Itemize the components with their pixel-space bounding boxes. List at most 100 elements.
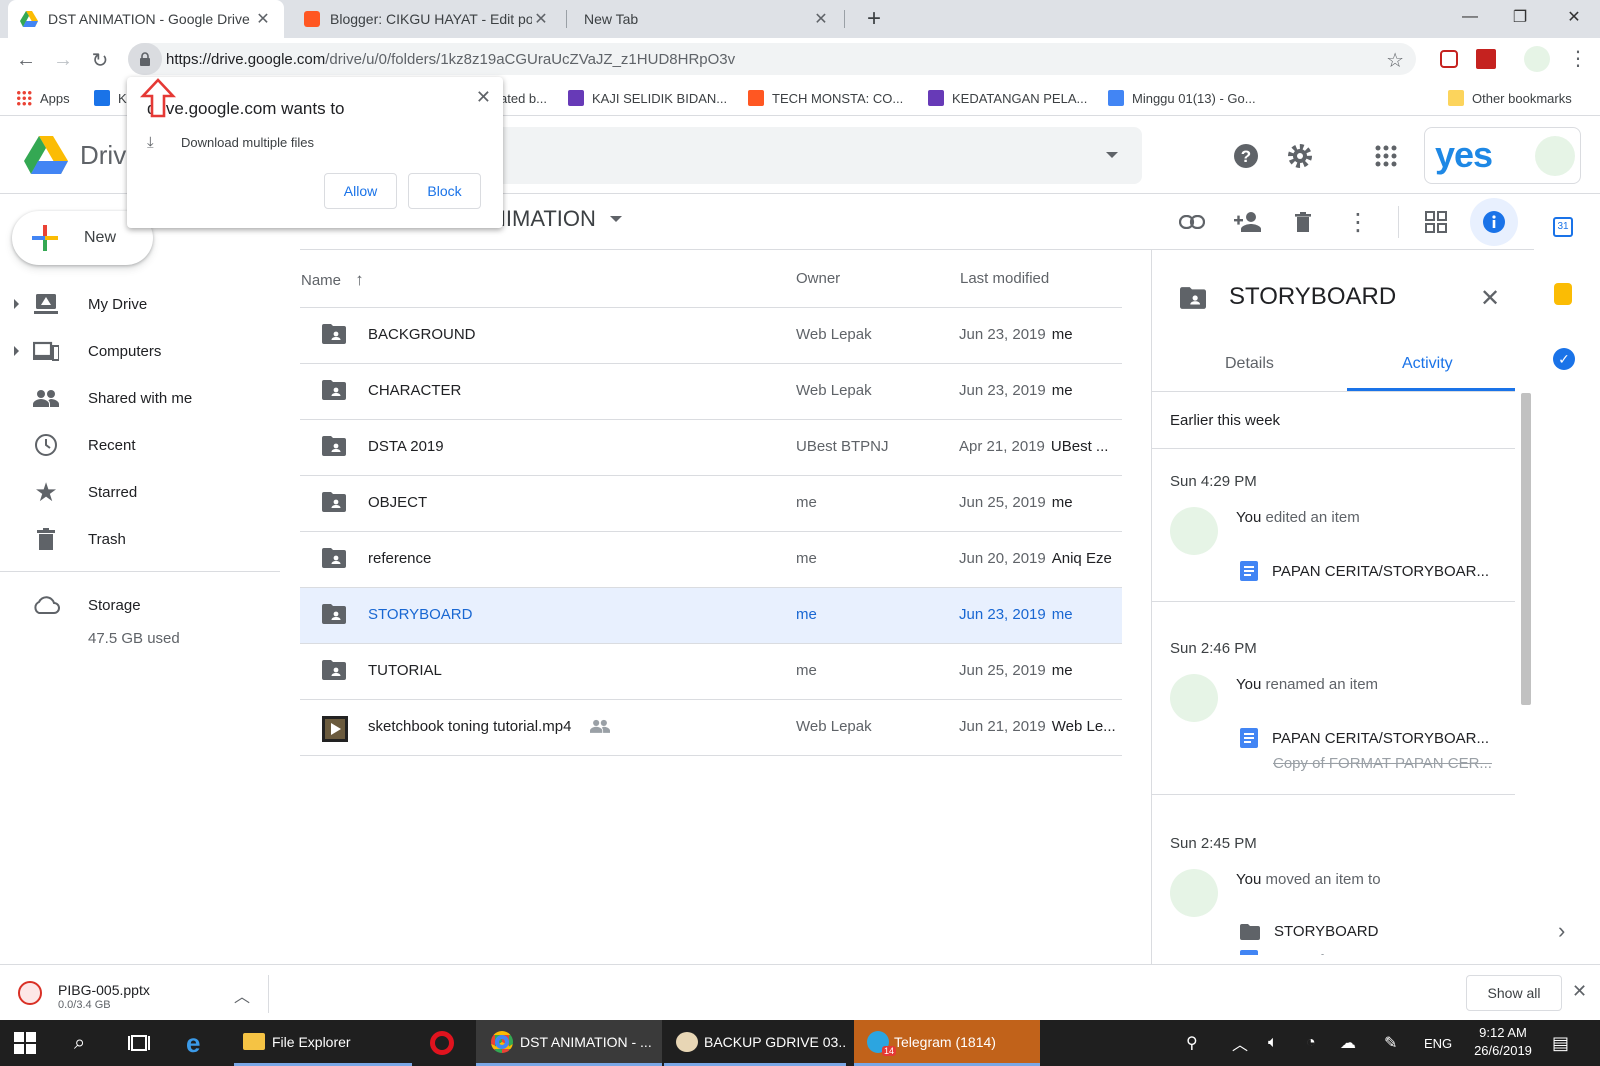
file-row[interactable]: STORYBOARD me Jun 23, 2019 me (300, 588, 1122, 644)
activity-secondary-file[interactable]: Copy of FORMAT PAPAN CER... (1273, 755, 1492, 772)
nav-my-drive[interactable]: My Drive (0, 284, 280, 324)
back-icon[interactable]: ← (12, 46, 40, 74)
bookmark-tech-monsta[interactable]: TECH MONSTA: CO... (748, 86, 903, 110)
drive-logo-icon[interactable] (24, 136, 68, 174)
close-tab-icon[interactable]: ✕ (254, 9, 272, 29)
tasks-icon[interactable]: ✓ (1553, 348, 1575, 370)
bookmark-star-icon[interactable]: ☆ (1386, 48, 1404, 73)
wifi-icon[interactable]: ◔ (1306, 1020, 1316, 1066)
bookmark-3[interactable]: ated b... (500, 86, 547, 110)
reload-icon[interactable]: ↻ (86, 46, 114, 74)
bookmark-apps[interactable]: Apps (16, 86, 70, 110)
lock-icon[interactable] (128, 43, 162, 75)
share-person-add-icon[interactable] (1228, 202, 1268, 242)
column-header-last-modified[interactable]: Last modified (960, 270, 1049, 287)
tab-activity[interactable]: Activity (1402, 355, 1453, 373)
account-switcher[interactable]: yes (1424, 127, 1581, 184)
nav-shared-with-me[interactable]: Shared with me (0, 378, 280, 418)
details-scrollbar[interactable] (1521, 393, 1531, 705)
close-tab-icon[interactable]: ✕ (532, 9, 550, 29)
cloud-upload-icon[interactable]: ☁ (1340, 1020, 1356, 1066)
column-header-owner[interactable]: Owner (796, 270, 840, 287)
volume-icon[interactable]: 🔈︎ (1268, 1020, 1278, 1066)
file-row[interactable]: CHARACTER Web Lepak Jun 23, 2019 me (300, 364, 1122, 420)
pen-icon[interactable]: ✎ (1384, 1020, 1397, 1066)
tab-blogger[interactable]: Blogger: CIKGU HAYAT - Edit post ✕ (292, 0, 562, 38)
show-all-button[interactable]: Show all (1466, 975, 1562, 1011)
help-icon[interactable]: ? (1226, 136, 1266, 176)
bookmark-kaji-selidik[interactable]: KAJI SELIDIK BIDAN... (568, 86, 727, 110)
language-indicator[interactable]: ENG (1424, 1020, 1452, 1066)
nav-computers[interactable]: Computers (0, 331, 280, 371)
close-tab-icon[interactable]: ✕ (812, 9, 830, 29)
file-row[interactable]: OBJECT me Jun 25, 2019 me (300, 476, 1122, 532)
close-window-icon[interactable]: ✕ (1548, 0, 1600, 34)
file-row[interactable]: reference me Jun 20, 2019 Aniq Eze (300, 532, 1122, 588)
taskbar-telegram[interactable]: 14 Telegram (1814) (854, 1020, 1040, 1066)
more-actions-icon[interactable]: ⋮ (1338, 202, 1378, 242)
grid-view-icon[interactable] (1416, 202, 1456, 242)
remove-trash-icon[interactable] (1283, 202, 1323, 242)
clock[interactable]: 9:12 AM 26/6/2019 (1472, 1025, 1534, 1058)
restore-icon[interactable]: ❐ (1494, 0, 1546, 34)
notifications-icon[interactable]: ▤ (1552, 1020, 1569, 1066)
settings-gear-icon[interactable] (1280, 136, 1320, 176)
bookmark-other[interactable]: Other bookmarks (1448, 86, 1572, 110)
tab-details[interactable]: Details (1225, 355, 1274, 373)
search-options-icon[interactable] (1106, 152, 1118, 158)
sort-arrow-up-icon[interactable]: ↑ (355, 270, 364, 289)
block-button[interactable]: Block (408, 173, 481, 209)
bookmark-k[interactable]: K (94, 86, 127, 110)
file-row[interactable]: TUTORIAL me Jun 25, 2019 me (300, 644, 1122, 700)
file-row[interactable]: DSTA 2019 UBest BTPNJ Apr 21, 2019 UBest ..… (300, 420, 1122, 476)
bookmark-minggu[interactable]: Minggu 01(13) - Go... (1108, 86, 1256, 110)
calendar-icon[interactable]: 31 (1553, 217, 1573, 237)
new-tab-button[interactable]: + (860, 6, 888, 32)
nav-recent[interactable]: Recent (0, 425, 280, 465)
activity-target-file[interactable]: PAPAN CERITA/STORYBOAR... (1240, 728, 1489, 748)
activity-target-file[interactable]: PAPAN CERITA/STORYBOAR... (1240, 561, 1489, 581)
expand-caret-icon[interactable] (14, 299, 19, 309)
view-details-button[interactable] (1470, 198, 1518, 246)
nav-starred[interactable]: ★ Starred (0, 472, 280, 512)
expand-side-panel-icon[interactable]: › (1558, 918, 1565, 944)
folder-breadcrumb[interactable]: NIMATION (490, 206, 622, 232)
tab-new-tab[interactable]: New Tab ✕ (570, 0, 842, 38)
close-download-shelf-icon[interactable]: ✕ (1572, 981, 1587, 1002)
forward-icon[interactable]: → (49, 46, 77, 74)
download-options-chevron-icon[interactable]: ︿ (234, 983, 250, 1007)
people-icon[interactable]: ⚲ (1186, 1020, 1198, 1066)
expand-caret-icon[interactable] (14, 346, 19, 356)
extension-acrobat-icon[interactable] (1476, 49, 1496, 69)
taskbar-paint[interactable]: BACKUP GDRIVE 03... (664, 1020, 846, 1066)
bookmark-kedatangan[interactable]: KEDATANGAN PELA... (928, 86, 1087, 110)
edge-browser-icon[interactable]: e (186, 1020, 200, 1066)
nav-storage[interactable]: Storage (0, 585, 280, 625)
chrome-menu-icon[interactable]: ⋮ (1568, 46, 1588, 71)
close-popup-icon[interactable]: ✕ (476, 87, 491, 108)
account-avatar[interactable] (1535, 136, 1575, 176)
activity-target-file[interactable]: STORYBOARD (1240, 923, 1378, 940)
address-bar[interactable]: https://drive.google.com/drive/u/0/folde… (128, 43, 1416, 75)
search-icon[interactable]: ⌕ (74, 1020, 85, 1066)
file-row[interactable]: sketchbook toning tutorial.mp4 Web Lepak J… (300, 700, 1122, 756)
column-header-name[interactable]: Name ↑ (301, 270, 364, 290)
search-bar[interactable] (480, 127, 1142, 184)
tab-drive[interactable]: DST ANIMATION - Google Drive ✕ (8, 0, 284, 38)
taskbar-file-explorer[interactable]: File Explorer (234, 1020, 412, 1066)
taskbar-chrome[interactable]: DST ANIMATION - ... (476, 1020, 662, 1066)
chevron-down-icon[interactable] (609, 216, 622, 222)
minimize-icon[interactable]: — (1444, 0, 1496, 34)
nav-trash[interactable]: Trash (0, 519, 280, 559)
profile-avatar[interactable] (1524, 46, 1550, 72)
google-apps-icon[interactable] (1366, 136, 1406, 176)
download-filename[interactable]: PIBG-005.pptx (58, 982, 150, 998)
file-row[interactable]: BACKGROUND Web Lepak Jun 23, 2019 me (300, 308, 1122, 364)
tray-chevron-up-icon[interactable]: ︿ (1232, 1020, 1248, 1066)
close-details-icon[interactable]: ✕ (1480, 284, 1500, 313)
opera-browser-icon[interactable] (430, 1020, 454, 1066)
keep-icon[interactable] (1554, 283, 1572, 305)
task-view-icon[interactable] (128, 1020, 150, 1066)
extension-pocket-icon[interactable] (1440, 50, 1458, 68)
start-windows-icon[interactable] (14, 1020, 36, 1066)
